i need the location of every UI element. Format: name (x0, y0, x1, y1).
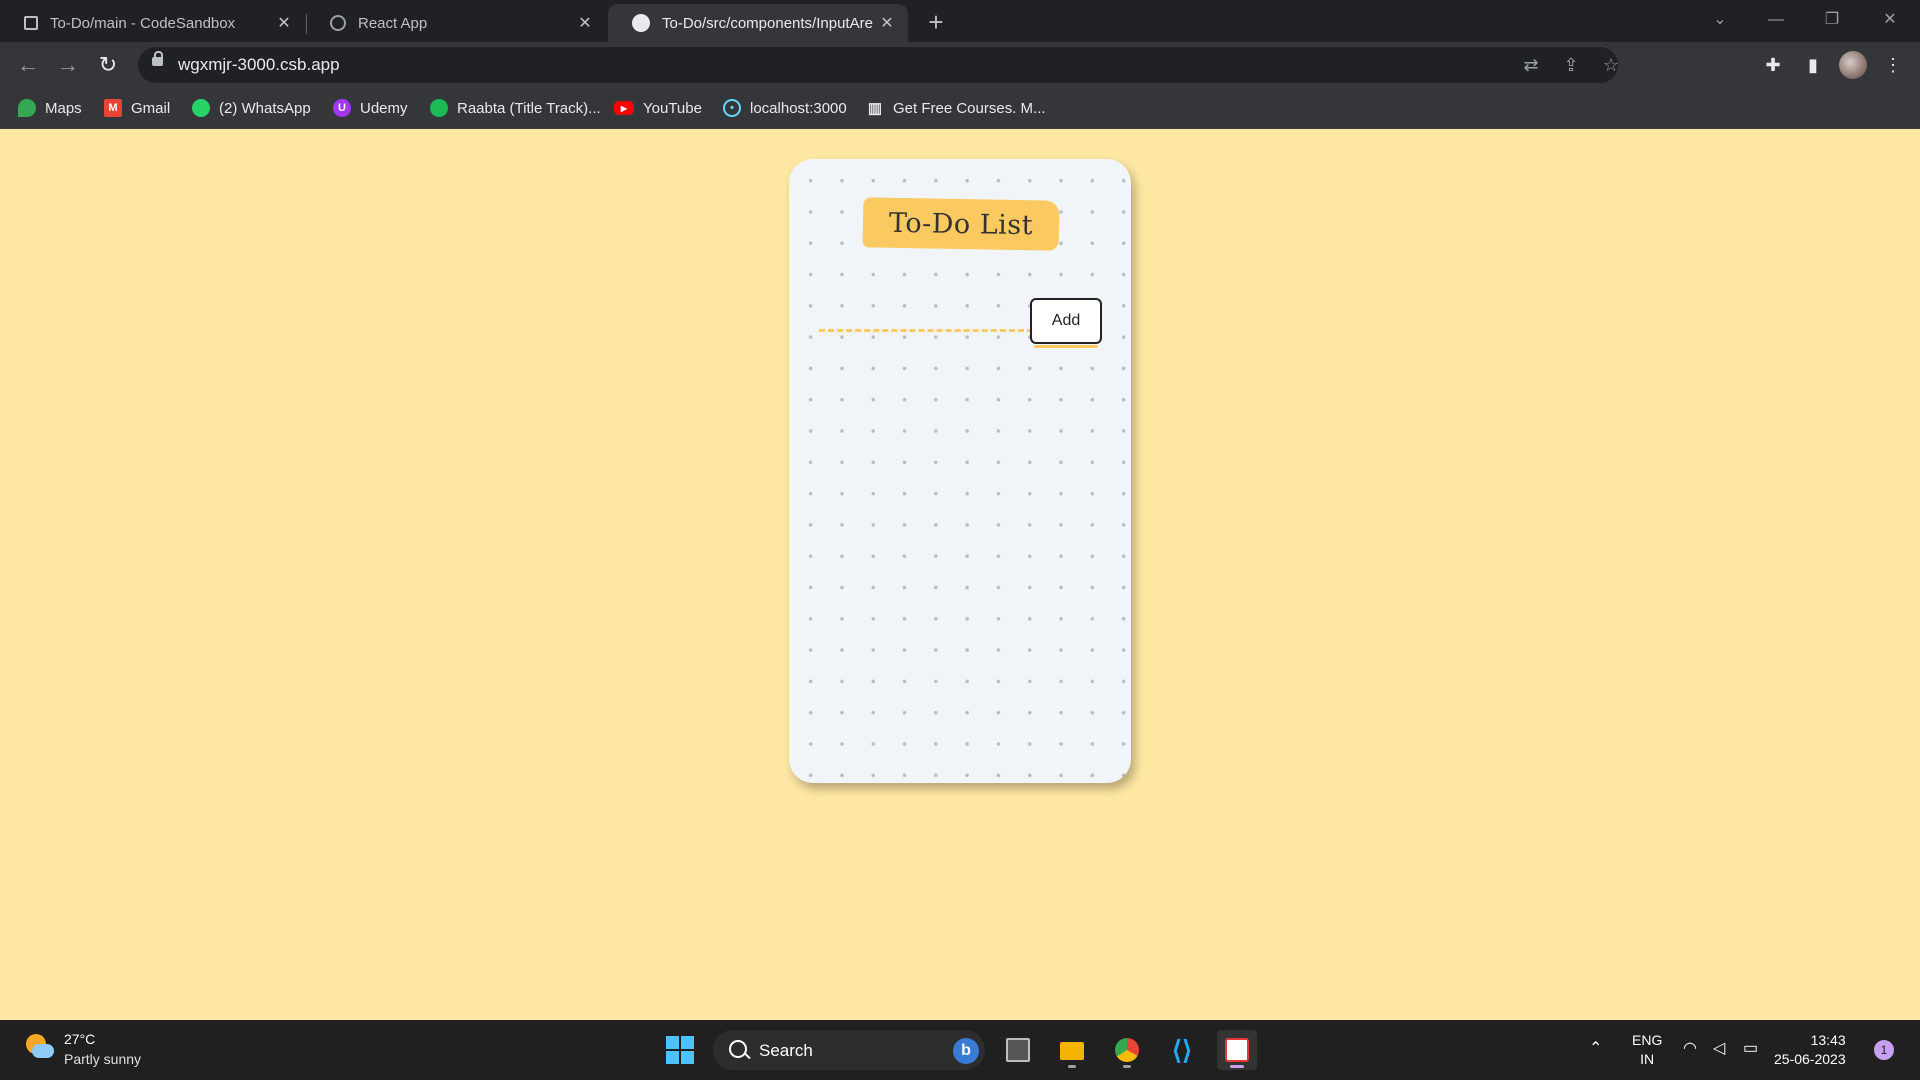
tab-title: To-Do/main - CodeSandbox (50, 14, 236, 32)
udemy-icon: U (333, 99, 351, 117)
bookmark-label: (2) WhatsApp (219, 99, 311, 117)
todo-card: To-Do List Add (789, 159, 1131, 783)
page-viewport: To-Do List Add (0, 129, 1920, 1020)
close-icon[interactable]: ✕ (576, 14, 594, 32)
language-code: ENG (1632, 1032, 1663, 1048)
todo-input[interactable] (819, 297, 1033, 332)
file-explorer-icon[interactable] (1052, 1030, 1092, 1070)
bookmark-label: Udemy (360, 99, 408, 117)
bookmark-maps[interactable]: Maps (18, 96, 82, 120)
url-text[interactable]: wgxmjr-3000.csb.app (178, 55, 340, 75)
codesandbox-icon (24, 16, 38, 30)
volume-icon[interactable]: ◁ (1713, 1038, 1725, 1058)
region-code: IN (1640, 1051, 1655, 1067)
title-banner: To-Do List (862, 197, 1060, 251)
bookmark-label: Gmail (131, 99, 171, 117)
tab-title: To-Do/src/components/InputAre (662, 14, 873, 32)
close-icon[interactable]: ✕ (275, 14, 293, 32)
bookmark-label: Maps (45, 99, 82, 117)
close-window-icon[interactable]: ✕ (1870, 8, 1910, 32)
tab-title: React App (358, 14, 428, 32)
search-icon (729, 1040, 747, 1058)
bookmark-free-courses[interactable]: ▥ Get Free Courses. M... (866, 96, 1046, 120)
gmail-icon: M (104, 99, 122, 117)
notification-badge[interactable]: 1 (1874, 1040, 1894, 1060)
bookmark-label: Get Free Courses. M... (893, 99, 1046, 117)
tab-codesandbox[interactable]: To-Do/main - CodeSandbox ✕ (0, 4, 305, 42)
add-button[interactable]: Add (1030, 298, 1102, 348)
windows-start-icon[interactable] (666, 1036, 694, 1064)
youtube-icon: ▶ (614, 101, 634, 115)
lock-icon[interactable] (152, 51, 163, 66)
task-view-icon[interactable] (998, 1030, 1038, 1070)
bookmark-localhost[interactable]: • localhost:3000 (723, 96, 847, 120)
spotify-icon (430, 99, 448, 117)
chrome-icon[interactable] (1107, 1030, 1147, 1070)
restore-icon[interactable]: ❐ (1812, 8, 1852, 32)
close-icon[interactable]: ✕ (878, 14, 896, 32)
share-icon[interactable]: ⇪ (1559, 53, 1583, 77)
bookmark-label: localhost:3000 (750, 99, 847, 117)
extensions-icon[interactable]: ✚ (1759, 51, 1787, 79)
weather-icon[interactable] (22, 1030, 54, 1062)
clock[interactable]: 13:43 25-06-2023 (1774, 1031, 1846, 1069)
minimize-icon[interactable]: — (1756, 8, 1796, 32)
snipping-tool-icon[interactable] (1217, 1030, 1257, 1070)
tab-github[interactable]: To-Do/src/components/InputAre ✕ (608, 4, 908, 42)
reload-icon[interactable]: ↻ (94, 51, 122, 79)
bookmark-star-icon[interactable]: ☆ (1599, 53, 1623, 77)
github-icon (632, 14, 650, 32)
react-icon: • (723, 99, 741, 117)
bookmark-gmail[interactable]: M Gmail (104, 96, 170, 120)
clock-time: 13:43 (1810, 1032, 1846, 1048)
weather-description[interactable]: Partly sunny (64, 1051, 141, 1067)
address-bar[interactable]: wgxmjr-3000.csb.app ⇄ ⇪ ☆ (138, 47, 1619, 83)
bookmark-youtube[interactable]: ▶ YouTube (614, 96, 702, 120)
search-label: Search (759, 1041, 813, 1060)
forward-icon[interactable]: → (54, 51, 82, 79)
tab-search-icon[interactable]: ⌄ (1700, 8, 1740, 32)
bookmark-whatsapp[interactable]: (2) WhatsApp (192, 96, 311, 120)
profile-avatar[interactable] (1839, 51, 1867, 79)
tab-strip: To-Do/main - CodeSandbox ✕ React App ✕ T… (0, 0, 1920, 42)
maps-icon (18, 99, 36, 117)
wifi-icon[interactable]: ◠ (1683, 1038, 1697, 1058)
bookmark-label: YouTube (643, 99, 702, 117)
show-hidden-icons[interactable]: ⌃ (1589, 1038, 1602, 1058)
whatsapp-icon (192, 99, 210, 117)
new-tab-button[interactable]: + (920, 8, 952, 36)
taskbar-search[interactable]: Search b (713, 1030, 985, 1070)
clock-date: 25-06-2023 (1774, 1051, 1846, 1067)
battery-icon[interactable]: ▭ (1743, 1038, 1758, 1058)
side-panel-icon[interactable]: ▮ (1799, 51, 1827, 79)
bookmark-udemy[interactable]: U Udemy (333, 96, 408, 120)
page-title: To-Do List (888, 207, 1034, 241)
bookmark-label: Raabta (Title Track)... (457, 99, 601, 117)
bookmark-spotify[interactable]: Raabta (Title Track)... (430, 96, 601, 120)
bookmarks-bar: Maps M Gmail (2) WhatsApp U Udemy Raabta… (0, 88, 1920, 129)
language-indicator[interactable]: ENG IN (1632, 1031, 1662, 1069)
building-icon: ▥ (867, 100, 883, 117)
bing-icon[interactable]: b (953, 1038, 979, 1064)
menu-icon[interactable]: ⋮ (1879, 51, 1907, 79)
globe-icon (330, 15, 346, 31)
taskbar: 27°C Partly sunny Search b ⟨⟩ ⌃ ENG IN ◠… (0, 1020, 1920, 1080)
back-icon[interactable]: ← (14, 51, 42, 79)
tab-react-app[interactable]: React App ✕ (306, 4, 606, 42)
vscode-icon[interactable]: ⟨⟩ (1162, 1030, 1202, 1070)
browser-toolbar: ← → ↻ wgxmjr-3000.csb.app ⇄ ⇪ ☆ ✚ ▮ ⋮ (0, 42, 1920, 88)
weather-temperature[interactable]: 27°C (64, 1031, 95, 1047)
translate-icon[interactable]: ⇄ (1519, 53, 1543, 77)
